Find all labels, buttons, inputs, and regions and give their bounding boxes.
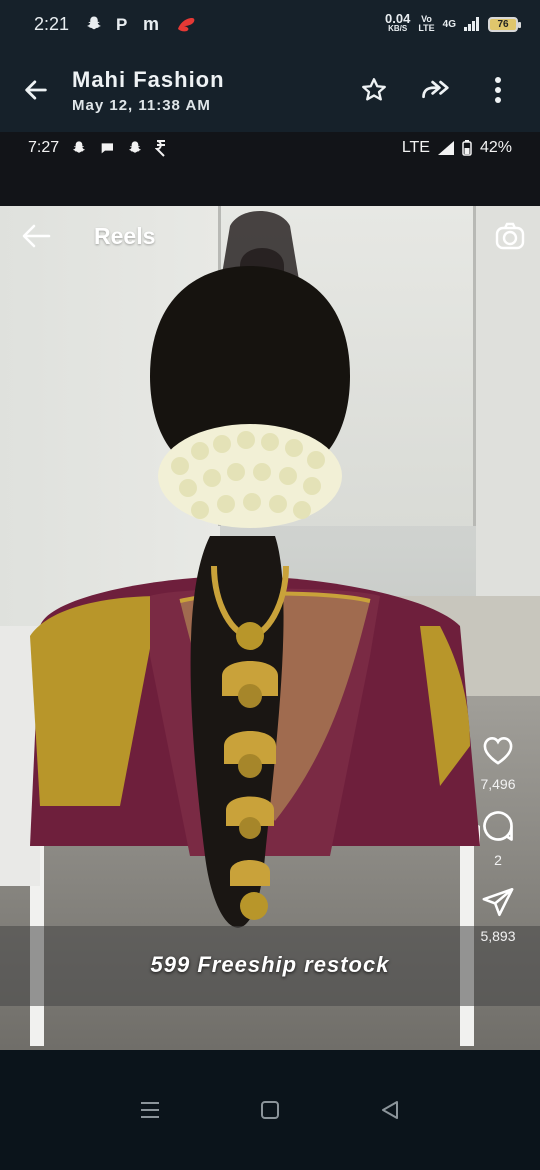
reel-side-actions: 7,496 2 5,893: [468, 728, 528, 956]
signal-icon: [464, 17, 479, 31]
reel-caption: 599 Freeship restock: [150, 952, 390, 977]
sender-info: Mahi Fashion May 12, 11:38 AM: [72, 67, 225, 114]
volte-indicator: Vo LTE: [418, 14, 435, 33]
reel-share: [476, 880, 520, 924]
screenshot-time: 7:27: [28, 139, 60, 156]
reel-photo: Reels: [0, 206, 540, 1050]
svg-text:P: P: [116, 15, 127, 33]
more-options-button[interactable]: [478, 70, 518, 110]
screenshot-battery: 42%: [479, 139, 512, 156]
media-image[interactable]: 7:27 LTE 42% Reels 7,496 2 5,893 599 Fre…: [0, 132, 540, 1050]
reels-back-icon-wrap: [0, 206, 72, 266]
battery-icon: [462, 140, 472, 156]
recent-apps-button[interactable]: [120, 1080, 180, 1140]
more-vert-icon: [495, 77, 501, 103]
back-triangle-icon: [382, 1101, 398, 1119]
home-button[interactable]: [240, 1080, 300, 1140]
back-button[interactable]: [0, 48, 72, 132]
reels-header: Reels: [0, 206, 540, 266]
status-time: 2:21: [34, 13, 70, 34]
screenshot-status-bar: 7:27 LTE 42%: [0, 132, 540, 164]
notification-icons: P m: [85, 15, 197, 33]
bride-hairstyle-illustration: [0, 211, 480, 1046]
network-type: 4G: [442, 18, 456, 30]
network-speed: 0.04 KB/S: [385, 11, 411, 33]
camera-icon: [495, 222, 525, 250]
heart-icon: [483, 737, 513, 765]
message-timestamp: May 12, 11:38 AM: [72, 96, 211, 114]
battery-indicator: 76: [488, 16, 521, 32]
airtel-icon: [178, 18, 195, 32]
comment-icon: [483, 811, 513, 841]
status-bar: 2:21 P m 0.04 KB/S Vo LTE 4G 76: [0, 0, 540, 48]
reels-title: Reels: [94, 222, 156, 249]
send-icon: [482, 887, 514, 917]
signal-icon: [437, 141, 454, 155]
system-nav-bar: [0, 1050, 540, 1170]
arrow-left-icon: [22, 224, 51, 248]
home-square-icon: [261, 1101, 279, 1119]
snapchat-icon: [129, 141, 142, 153]
sender-name: Mahi Fashion: [72, 66, 225, 92]
snapchat-icon: [87, 16, 101, 30]
media-viewer-header: Mahi Fashion May 12, 11:38 AM: [0, 48, 540, 132]
reel-comment: [476, 804, 520, 848]
menu-icon: [141, 1102, 159, 1118]
star-button[interactable]: [354, 70, 394, 110]
svg-text:m: m: [143, 15, 159, 33]
chat-icon: [101, 143, 114, 154]
snapchat-icon: [73, 141, 86, 153]
like-count: 7,496: [480, 776, 516, 792]
rupee-icon: [155, 140, 166, 157]
reel-like: [476, 728, 520, 772]
pinterest-icon: P: [116, 15, 127, 33]
comment-count: 2: [494, 852, 502, 868]
nav-back-button[interactable]: [360, 1080, 420, 1140]
forward-button[interactable]: [416, 70, 456, 110]
star-icon: [362, 78, 386, 101]
screenshot-network: LTE: [401, 139, 430, 156]
gmail-icon: m: [143, 15, 159, 33]
arrow-left-icon: [25, 80, 47, 100]
share-count: 5,893: [480, 928, 516, 944]
forward-icon: [422, 80, 449, 99]
reels-camera-wrap: [480, 206, 540, 266]
